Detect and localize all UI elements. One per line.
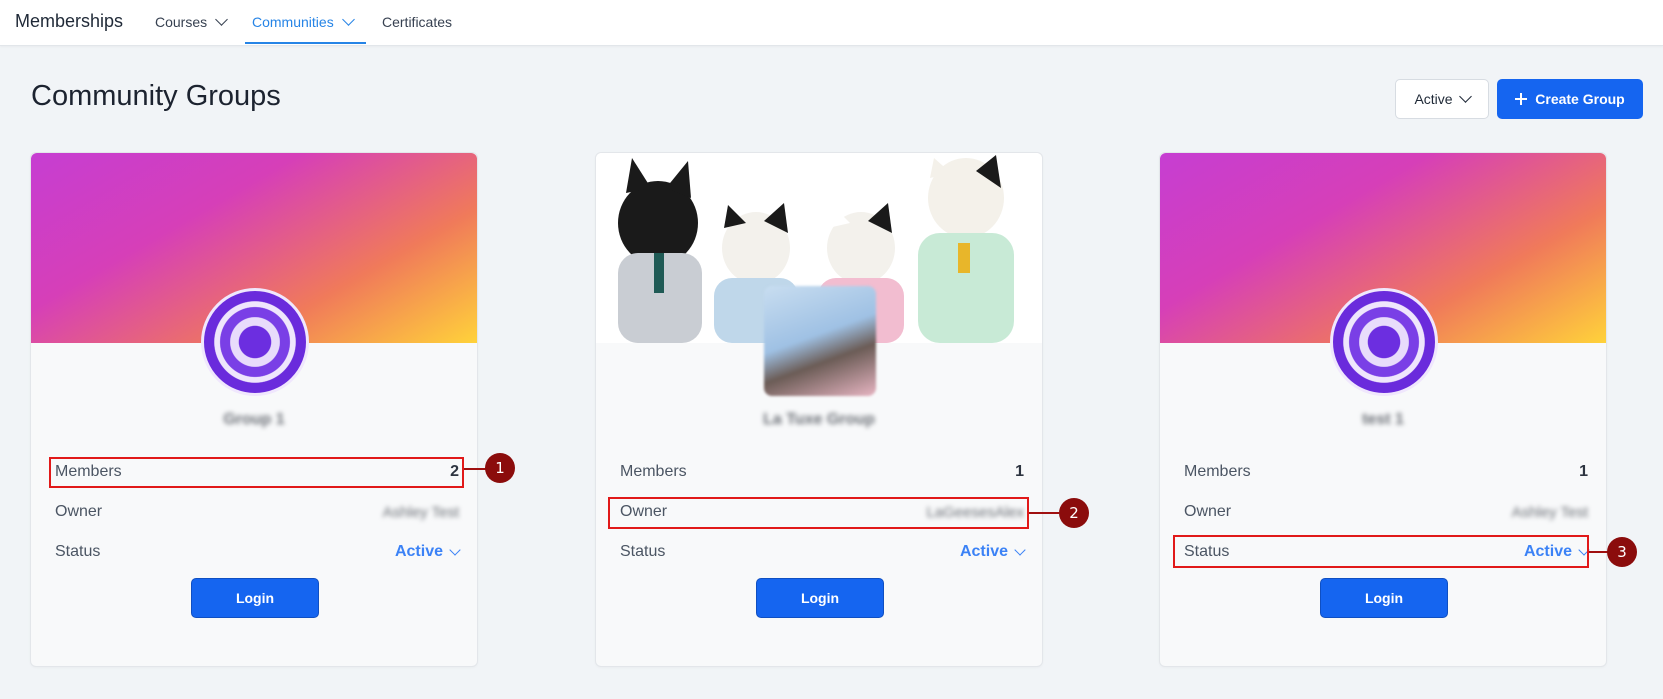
status-dropdown[interactable]: Active [959, 543, 1026, 561]
chevron-down-icon [215, 13, 229, 26]
highlight-box-members [49, 457, 464, 488]
status-row: Status Active [55, 538, 461, 566]
owner-row: Owner Ashley Test [55, 498, 459, 526]
group-name: Group 1 [223, 411, 285, 428]
nav-communities[interactable]: Communities [252, 13, 355, 30]
group-name: La Tuxe Group [763, 411, 875, 428]
annotation-connector [1589, 551, 1609, 553]
login-button[interactable]: Login [1320, 578, 1448, 618]
status-value: Active [959, 543, 1008, 560]
chevron-down-icon [449, 544, 461, 556]
owner-name: Ashley Test [382, 503, 459, 521]
status-label: Status [620, 543, 666, 560]
status-row: Status Active [620, 538, 1026, 566]
group-card: test 1 Members 1 Owner Ashley Test Statu… [1159, 152, 1607, 667]
create-group-label: Create Group [1535, 91, 1625, 107]
owner-name: Ashley Test [1511, 503, 1588, 521]
group-avatar [764, 286, 876, 396]
nav-communities-label: Communities [252, 14, 334, 30]
owner-label: Owner [1184, 503, 1232, 520]
figure-white-cat-3 [918, 155, 1014, 343]
chevron-down-icon [341, 13, 355, 26]
group-avatar [1330, 288, 1438, 396]
chevron-down-icon [1014, 544, 1026, 556]
annotation-connector [1029, 512, 1059, 514]
nav-courses-label: Courses [155, 14, 208, 30]
highlight-box-status [1173, 535, 1589, 568]
status-label: Status [55, 543, 101, 560]
nav-certificates[interactable]: Certificates [382, 14, 452, 30]
nav-certificates-label: Certificates [382, 14, 453, 30]
members-label: Members [1184, 463, 1251, 480]
group-avatar [201, 288, 309, 396]
annotation-marker-2: 2 [1059, 498, 1089, 528]
group-name: test 1 [1362, 411, 1404, 428]
status-value: Active [394, 543, 443, 560]
owner-label: Owner [55, 503, 103, 520]
highlight-box-owner [608, 497, 1029, 529]
status-dropdown[interactable]: Active [394, 543, 461, 561]
brand-title[interactable]: Memberships [15, 11, 123, 32]
status-filter-dropdown[interactable]: Active [1395, 79, 1489, 119]
top-navigation: Memberships Courses Communities Certific… [0, 0, 1663, 46]
members-row: Members 1 [620, 458, 1024, 486]
group-card: Group 1 Members 2 Owner Ashley Test Stat… [30, 152, 478, 667]
active-tab-indicator [245, 42, 366, 44]
login-button[interactable]: Login [191, 578, 319, 618]
members-count: 1 [1579, 463, 1588, 480]
create-group-button[interactable]: Create Group [1497, 79, 1643, 119]
login-button[interactable]: Login [756, 578, 884, 618]
members-count: 1 [1015, 463, 1024, 480]
group-card: La Tuxe Group Members 1 Owner LaGeesesAl… [595, 152, 1043, 667]
annotation-marker-3: 3 [1607, 537, 1637, 567]
nav-courses[interactable]: Courses [155, 13, 229, 30]
page-title: Community Groups [31, 80, 281, 112]
members-label: Members [620, 463, 687, 480]
status-filter-label: Active [1414, 91, 1453, 107]
plus-icon [1515, 93, 1528, 105]
members-row: Members 1 [1184, 458, 1588, 486]
chevron-down-icon [1458, 90, 1472, 103]
annotation-marker-1: 1 [485, 453, 515, 483]
owner-row: Owner Ashley Test [1184, 498, 1588, 526]
